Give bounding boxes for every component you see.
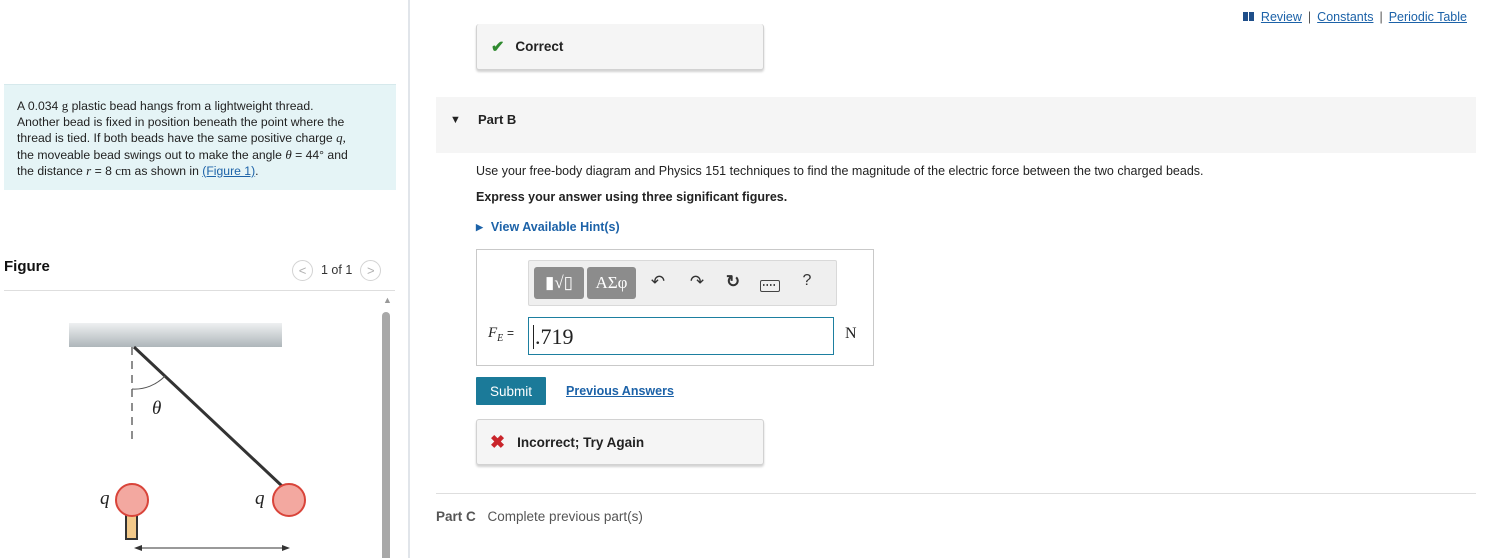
charge-symbol: q, (336, 130, 346, 146)
previous-answers-link[interactable]: Previous Answers (566, 384, 674, 398)
force-subscript: E (497, 333, 504, 344)
text-caret (533, 325, 534, 349)
problem-text: = 44° and (295, 147, 348, 162)
answer-variable-label: FE = (488, 325, 514, 344)
question-text: Use your free-body diagram and Physics 1… (476, 164, 1204, 178)
theta-symbol: θ (285, 146, 292, 162)
answer-input[interactable]: .719 (528, 317, 834, 355)
fixed-bead (115, 483, 149, 517)
problem-text: Another bead is fixed in position beneat… (17, 115, 345, 130)
arrow-head-right (282, 545, 290, 551)
figure-diagram: θ q q (69, 323, 306, 551)
figure-title: Figure (4, 258, 50, 275)
answer-unit: N (845, 325, 857, 342)
templates-button[interactable]: ▮√▯ (534, 267, 584, 299)
theta-label: θ (152, 398, 161, 419)
equals-sign: = (507, 326, 515, 340)
problem-text: as shown in (134, 163, 199, 178)
symbols-button[interactable]: ΑΣφ (587, 267, 636, 299)
part-c-label: Part C (436, 509, 476, 524)
divider (436, 493, 1476, 494)
unit-grams: g (61, 98, 69, 113)
constants-link[interactable]: Constants (1317, 10, 1373, 24)
answer-value: .719 (535, 324, 574, 349)
incorrect-feedback: ✖ Incorrect; Try Again (476, 419, 764, 465)
charge-label-left: q (100, 488, 110, 509)
scroll-up-icon[interactable]: ▲ (383, 295, 392, 305)
correct-feedback: ✔ Correct (476, 24, 764, 70)
undo-icon[interactable]: ↶ (647, 272, 669, 292)
problem-text: . (255, 163, 259, 178)
figure-pager: < 1 of 1 > (292, 258, 382, 282)
problem-text: the distance (17, 163, 83, 178)
prev-figure-button[interactable]: < (292, 259, 313, 281)
help-icon[interactable]: ? (796, 272, 818, 290)
feedback-label: Incorrect; Try Again (517, 434, 645, 450)
submit-button[interactable]: Submit (476, 377, 546, 405)
force-symbol: F (488, 325, 498, 341)
part-c-status: Complete previous part(s) (487, 509, 643, 524)
feedback-label: Correct (515, 39, 564, 54)
problem-text: plastic bead hangs from a lightweight th… (71, 99, 314, 113)
link-separator: | (1379, 10, 1383, 24)
reset-icon[interactable]: ↻ (722, 272, 744, 292)
problem-text: thread is tied. If both beads have the s… (17, 131, 333, 146)
view-hints-toggle[interactable]: ▶ View Available Hint(s) (476, 220, 620, 234)
expand-triangle-icon: ▶ (476, 221, 483, 232)
charge-label-right: q (255, 488, 265, 509)
angle-arc (131, 375, 166, 390)
review-link[interactable]: Review (1261, 10, 1302, 24)
moveable-bead (272, 483, 306, 517)
figure-page-indicator: 1 of 1 (321, 263, 353, 277)
panel-separator (408, 0, 410, 558)
collapse-triangle-icon[interactable]: ▼ (450, 114, 461, 126)
problem-text: A 0.034 (17, 99, 59, 113)
instruction-text: Express your answer using three signific… (476, 190, 788, 204)
part-c-row: Part C Complete previous part(s) (436, 509, 643, 524)
part-b-label: Part B (478, 112, 517, 127)
x-icon: ✖ (490, 431, 506, 452)
arrow-head-left (134, 545, 142, 551)
unit-cm: cm (115, 162, 132, 178)
check-icon: ✔ (491, 38, 505, 56)
periodic-table-link[interactable]: Periodic Table (1389, 10, 1467, 24)
distance-symbol: r (86, 162, 92, 178)
bead-support-post (125, 514, 138, 540)
divider (4, 290, 395, 291)
book-icon (1242, 12, 1255, 22)
ceiling (69, 323, 282, 347)
next-figure-button[interactable]: > (360, 259, 382, 281)
problem-statement: A 0.034 g plastic bead hangs from a ligh… (4, 84, 396, 190)
keyboard-icon[interactable] (760, 280, 780, 292)
link-separator: | (1307, 10, 1312, 24)
problem-text: the moveable bead swings out to make the… (17, 147, 282, 162)
part-b-header[interactable] (436, 97, 1476, 153)
top-links: Review | Constants | Periodic Table (1242, 10, 1467, 24)
problem-text: = 8 (94, 163, 112, 178)
redo-icon[interactable]: ↷ (686, 272, 708, 292)
hints-label: View Available Hint(s) (490, 220, 620, 234)
figure-scrollbar[interactable] (382, 312, 390, 558)
figure-link[interactable]: (Figure 1) (202, 164, 255, 178)
